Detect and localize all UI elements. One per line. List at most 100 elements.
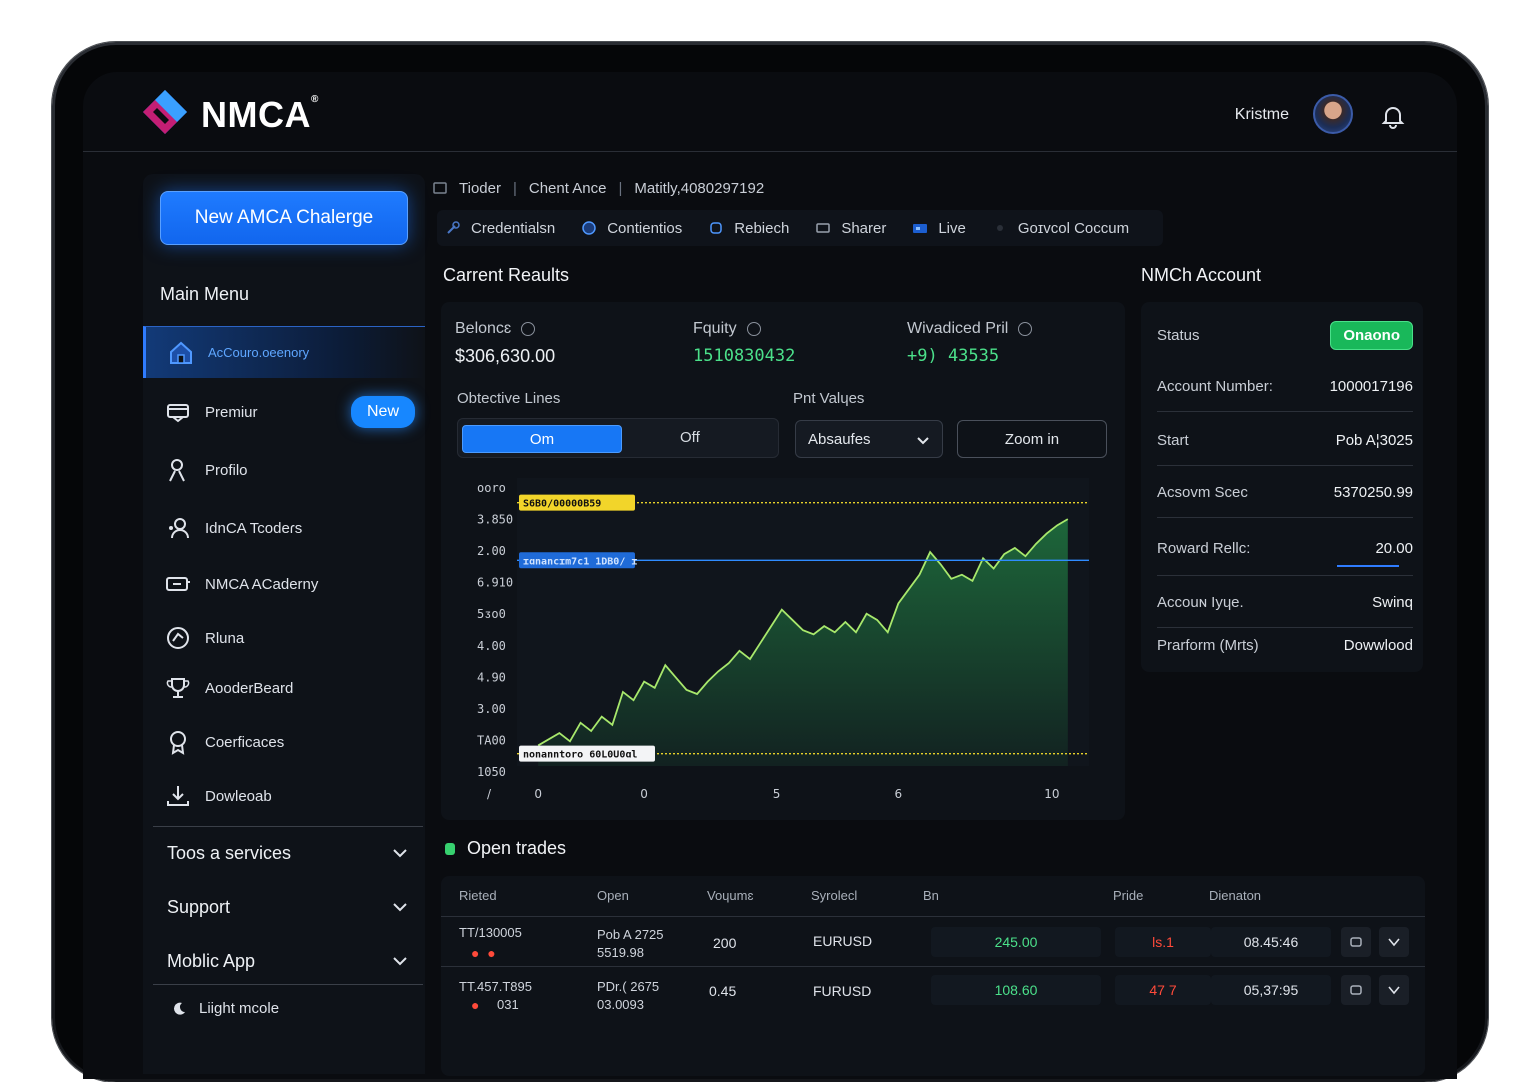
info-icon[interactable] [1018,322,1033,336]
unrealized-label: Wivadiced Pril [907,320,1009,337]
zoom-in-button[interactable]: Zoom in [957,420,1107,458]
chevron-down-icon [1388,938,1400,947]
new-challenge-button[interactable]: New AMCA Chalerge [160,191,408,245]
sidebar-item-downloads[interactable]: Dowleoab [143,770,425,822]
column-header[interactable]: Syrolecl [811,888,857,903]
sidebar-section-mobile-app[interactable]: Moblic App [143,938,425,984]
account-row-reward-ratio: Roward Rellc: 20.00 [1157,522,1413,576]
x-tick-label: 10 [1044,787,1059,801]
new-badge: New [351,396,415,428]
globe-icon [582,221,596,235]
sidebar-item-label: Dowleoab [205,787,272,805]
column-header[interactable]: Pride [1113,888,1143,903]
rules-icon [167,627,189,649]
tab-credentials[interactable]: Credentialsn [445,220,555,237]
y-tick-label: 1050 [477,765,506,779]
light-mode-toggle[interactable]: Liight mcole [171,1000,279,1017]
tab-refresh[interactable]: Rebiech [708,220,789,237]
breadcrumb-item[interactable]: Chent Ance [529,180,607,197]
sidebar-item-certificates[interactable]: Coerficaces [143,716,425,768]
brand-logo-icon [143,90,187,134]
results-title: Carrent Reaults [443,265,570,285]
avatar[interactable] [1313,94,1353,134]
toggle-off-button[interactable]: Off [680,429,700,446]
account-value: 1000017196 [1329,378,1413,395]
user-name[interactable]: Kristme [1235,106,1289,124]
trade-settings-button[interactable] [1341,975,1371,1005]
column-header[interactable]: Voɥumɛ [707,888,753,903]
trade-volume: 200 [713,935,737,951]
trophy-icon [166,678,190,698]
x-tick-label: 0 [640,787,648,801]
reference-line-label: nonanntoro 60L0U0ɑl [523,750,637,761]
trade-settings-button[interactable] [1341,927,1371,957]
sidebar-item-traders[interactable]: IdnCA Tcodeɾs [143,502,425,554]
sidebar-item-profile[interactable]: Profilo [143,444,425,496]
notification-bell-icon[interactable] [1379,102,1407,130]
light-mode-label: Liight mcole [199,1000,280,1017]
sidebar-section-support[interactable]: Support [143,884,425,930]
main-menu-title: Main Menu [160,284,250,304]
device-bezel: NMCA® Kristme New AMCA Chalerge Main Men… [55,45,1485,1079]
home-icon [170,341,192,364]
tab-general-account[interactable]: Goɪvcol Coccum [992,220,1129,237]
breadcrumb: Tioder | Chent Ance | Matitly,4080297192 [433,176,764,200]
sidebar-section-tools[interactable]: Toos a services [143,830,425,876]
x-tick-label: 5 [773,787,781,801]
sidebar-divider [153,984,423,985]
trade-open: Pob A 2725 [597,927,664,942]
card-icon [167,404,189,423]
tab-conditions[interactable]: Contientios [581,220,682,237]
platform-download-link[interactable]: Dowwlood [1344,637,1413,654]
column-header[interactable]: Rieted [459,888,497,903]
trade-volume: 0.45 [709,983,737,999]
sidebar-item-premium[interactable]: Premiur New [143,386,425,438]
sidebar-item-rules[interactable]: Rluna [143,612,425,664]
chevron-down-icon [1388,986,1400,995]
toggle-on-button[interactable]: Om [462,425,622,453]
column-header[interactable]: Open [597,888,629,903]
tab-share[interactable]: Sharer [815,220,886,237]
sidebar-item-account[interactable]: AcCouro.oeenory [143,326,425,378]
info-icon[interactable] [746,322,761,336]
moon-icon [174,1002,185,1015]
breadcrumb-item[interactable]: Tioder [459,180,501,197]
trade-symbol: FURUSD [813,983,872,999]
account-card: Status Onaono Account Number: 1000017196… [1141,302,1423,672]
sidebar-item-leaderboard[interactable]: AooderBeard [143,662,425,714]
balance-label: Beloncɛ [455,320,512,337]
pnt-values-select[interactable]: Absaufes [795,420,943,458]
trade-price: Ɩs.1 [1115,927,1211,957]
sidebar-item-label: AcCouro.oeenory [208,345,310,360]
equity-chart: ooro 3.850 2.00 6.910 5ᴣo0 4.00 4.90 3.00 TA00 10… [477,478,1089,801]
x-tick-label: / [487,787,492,801]
table-row[interactable]: TT/130005 ● ● Pob A 2725 5519.98 200 EUR… [441,916,1425,966]
trade-expand-button[interactable] [1379,927,1409,957]
trade-expand-button[interactable] [1379,975,1409,1005]
device-frame: NMCA® Kristme New AMCA Chalerge Main Men… [52,42,1488,1082]
account-row-status: Status Onaono [1157,310,1413,360]
download-icon [167,786,189,806]
info-icon[interactable] [521,322,536,336]
account-label: Prarform (Mrts) [1157,636,1259,654]
folder-icon [433,182,447,194]
status-dot-icon [445,842,455,855]
account-label: Status [1157,326,1200,344]
sidebar-divider [153,826,423,827]
reference-line-label: ɪɑnancɪm7c1 1DB0/ ɪ [523,556,637,567]
column-header[interactable]: Bn [923,888,939,903]
gear-icon [1350,937,1362,947]
account-value: Swinq [1372,594,1413,611]
chevron-down-icon [393,849,407,858]
trade-open-price: 5519.98 [597,945,644,960]
share-icon [816,223,831,233]
table-row[interactable]: TT.457.T895 ● 031 PDr.( 2675 03.0093 0.4… [441,966,1425,1016]
y-tick-label: TA00 [477,733,506,747]
sidebar-item-academy[interactable]: NMCA ACaderny [143,558,425,610]
equity-value: 1510830432 [693,346,796,366]
y-tick-label: 6.910 [477,576,513,590]
account-value: 5370250.99 [1333,484,1413,501]
column-header[interactable]: Dienaton [1209,888,1261,903]
account-row-start: Start Pob A¦3025 [1157,416,1413,466]
tab-live[interactable]: Live [912,220,966,237]
